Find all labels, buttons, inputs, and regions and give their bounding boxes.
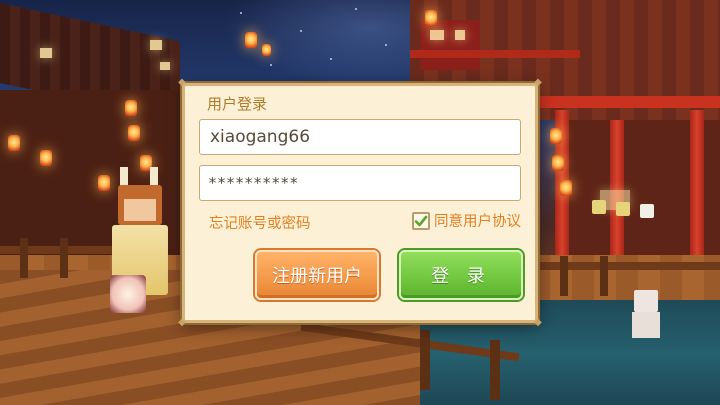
railing-post — [600, 256, 608, 296]
password-field[interactable]: ********** — [199, 165, 521, 201]
corner-ornament-icon: ◆ — [178, 317, 186, 328]
register-button-label: 注册新用户 — [272, 266, 362, 287]
forgot-password-link[interactable]: 忘记账号或密码 — [209, 212, 311, 233]
character-face — [124, 199, 156, 221]
red-beam — [540, 96, 720, 108]
lantern — [40, 150, 52, 166]
lantern — [128, 125, 140, 141]
login-button[interactable]: 登 录 — [399, 250, 523, 300]
login-dialog: ◆ ◆ ◆ ◆ 用户登录 ********** 忘记账号或密码 同意用户协议 注… — [178, 78, 542, 328]
railing-post — [420, 330, 430, 390]
red-beam — [410, 50, 580, 58]
railing-post — [560, 256, 568, 296]
lantern — [550, 128, 562, 144]
checkmark-icon — [414, 215, 428, 226]
star — [300, 30, 302, 32]
agreement-toggle[interactable]: 同意用户协议 — [412, 210, 521, 231]
npc-character — [628, 290, 664, 338]
star — [330, 58, 332, 60]
dialog-title: 用户登录 — [207, 95, 268, 113]
password-input[interactable]: ********** — [208, 174, 298, 192]
agreement-checkbox[interactable] — [412, 211, 430, 230]
corner-ornament-icon: ◆ — [534, 317, 542, 328]
register-button[interactable]: 注册新用户 — [255, 250, 379, 300]
lantern — [245, 32, 257, 48]
username-field[interactable] — [199, 119, 521, 155]
window-light — [150, 40, 162, 50]
corner-ornament-icon: ◆ — [178, 77, 186, 88]
window-light — [430, 30, 444, 40]
npc-body — [632, 312, 660, 338]
decoration-doll — [592, 200, 606, 214]
decoration-doll — [640, 204, 654, 218]
star — [385, 44, 387, 46]
window-light — [455, 30, 465, 40]
npc-head — [634, 290, 658, 312]
character-lantern — [110, 275, 146, 313]
star — [355, 8, 357, 10]
lantern — [125, 100, 137, 116]
window-light — [40, 48, 52, 58]
lantern — [560, 180, 572, 196]
decoration-doll — [616, 202, 630, 216]
lantern — [262, 44, 271, 56]
lantern — [552, 155, 564, 171]
star — [270, 64, 272, 66]
railing-post — [490, 340, 500, 400]
player-character — [100, 167, 180, 313]
window-light — [160, 62, 170, 70]
railing-post — [20, 238, 28, 278]
lantern — [8, 135, 20, 151]
railing-post — [60, 238, 68, 278]
corner-ornament-icon: ◆ — [534, 77, 542, 88]
lantern — [425, 10, 437, 26]
star — [240, 12, 242, 14]
agreement-label: 同意用户协议 — [434, 214, 521, 230]
login-button-label: 登 录 — [431, 266, 491, 287]
username-input[interactable] — [208, 126, 520, 148]
red-pavilion — [420, 20, 480, 70]
